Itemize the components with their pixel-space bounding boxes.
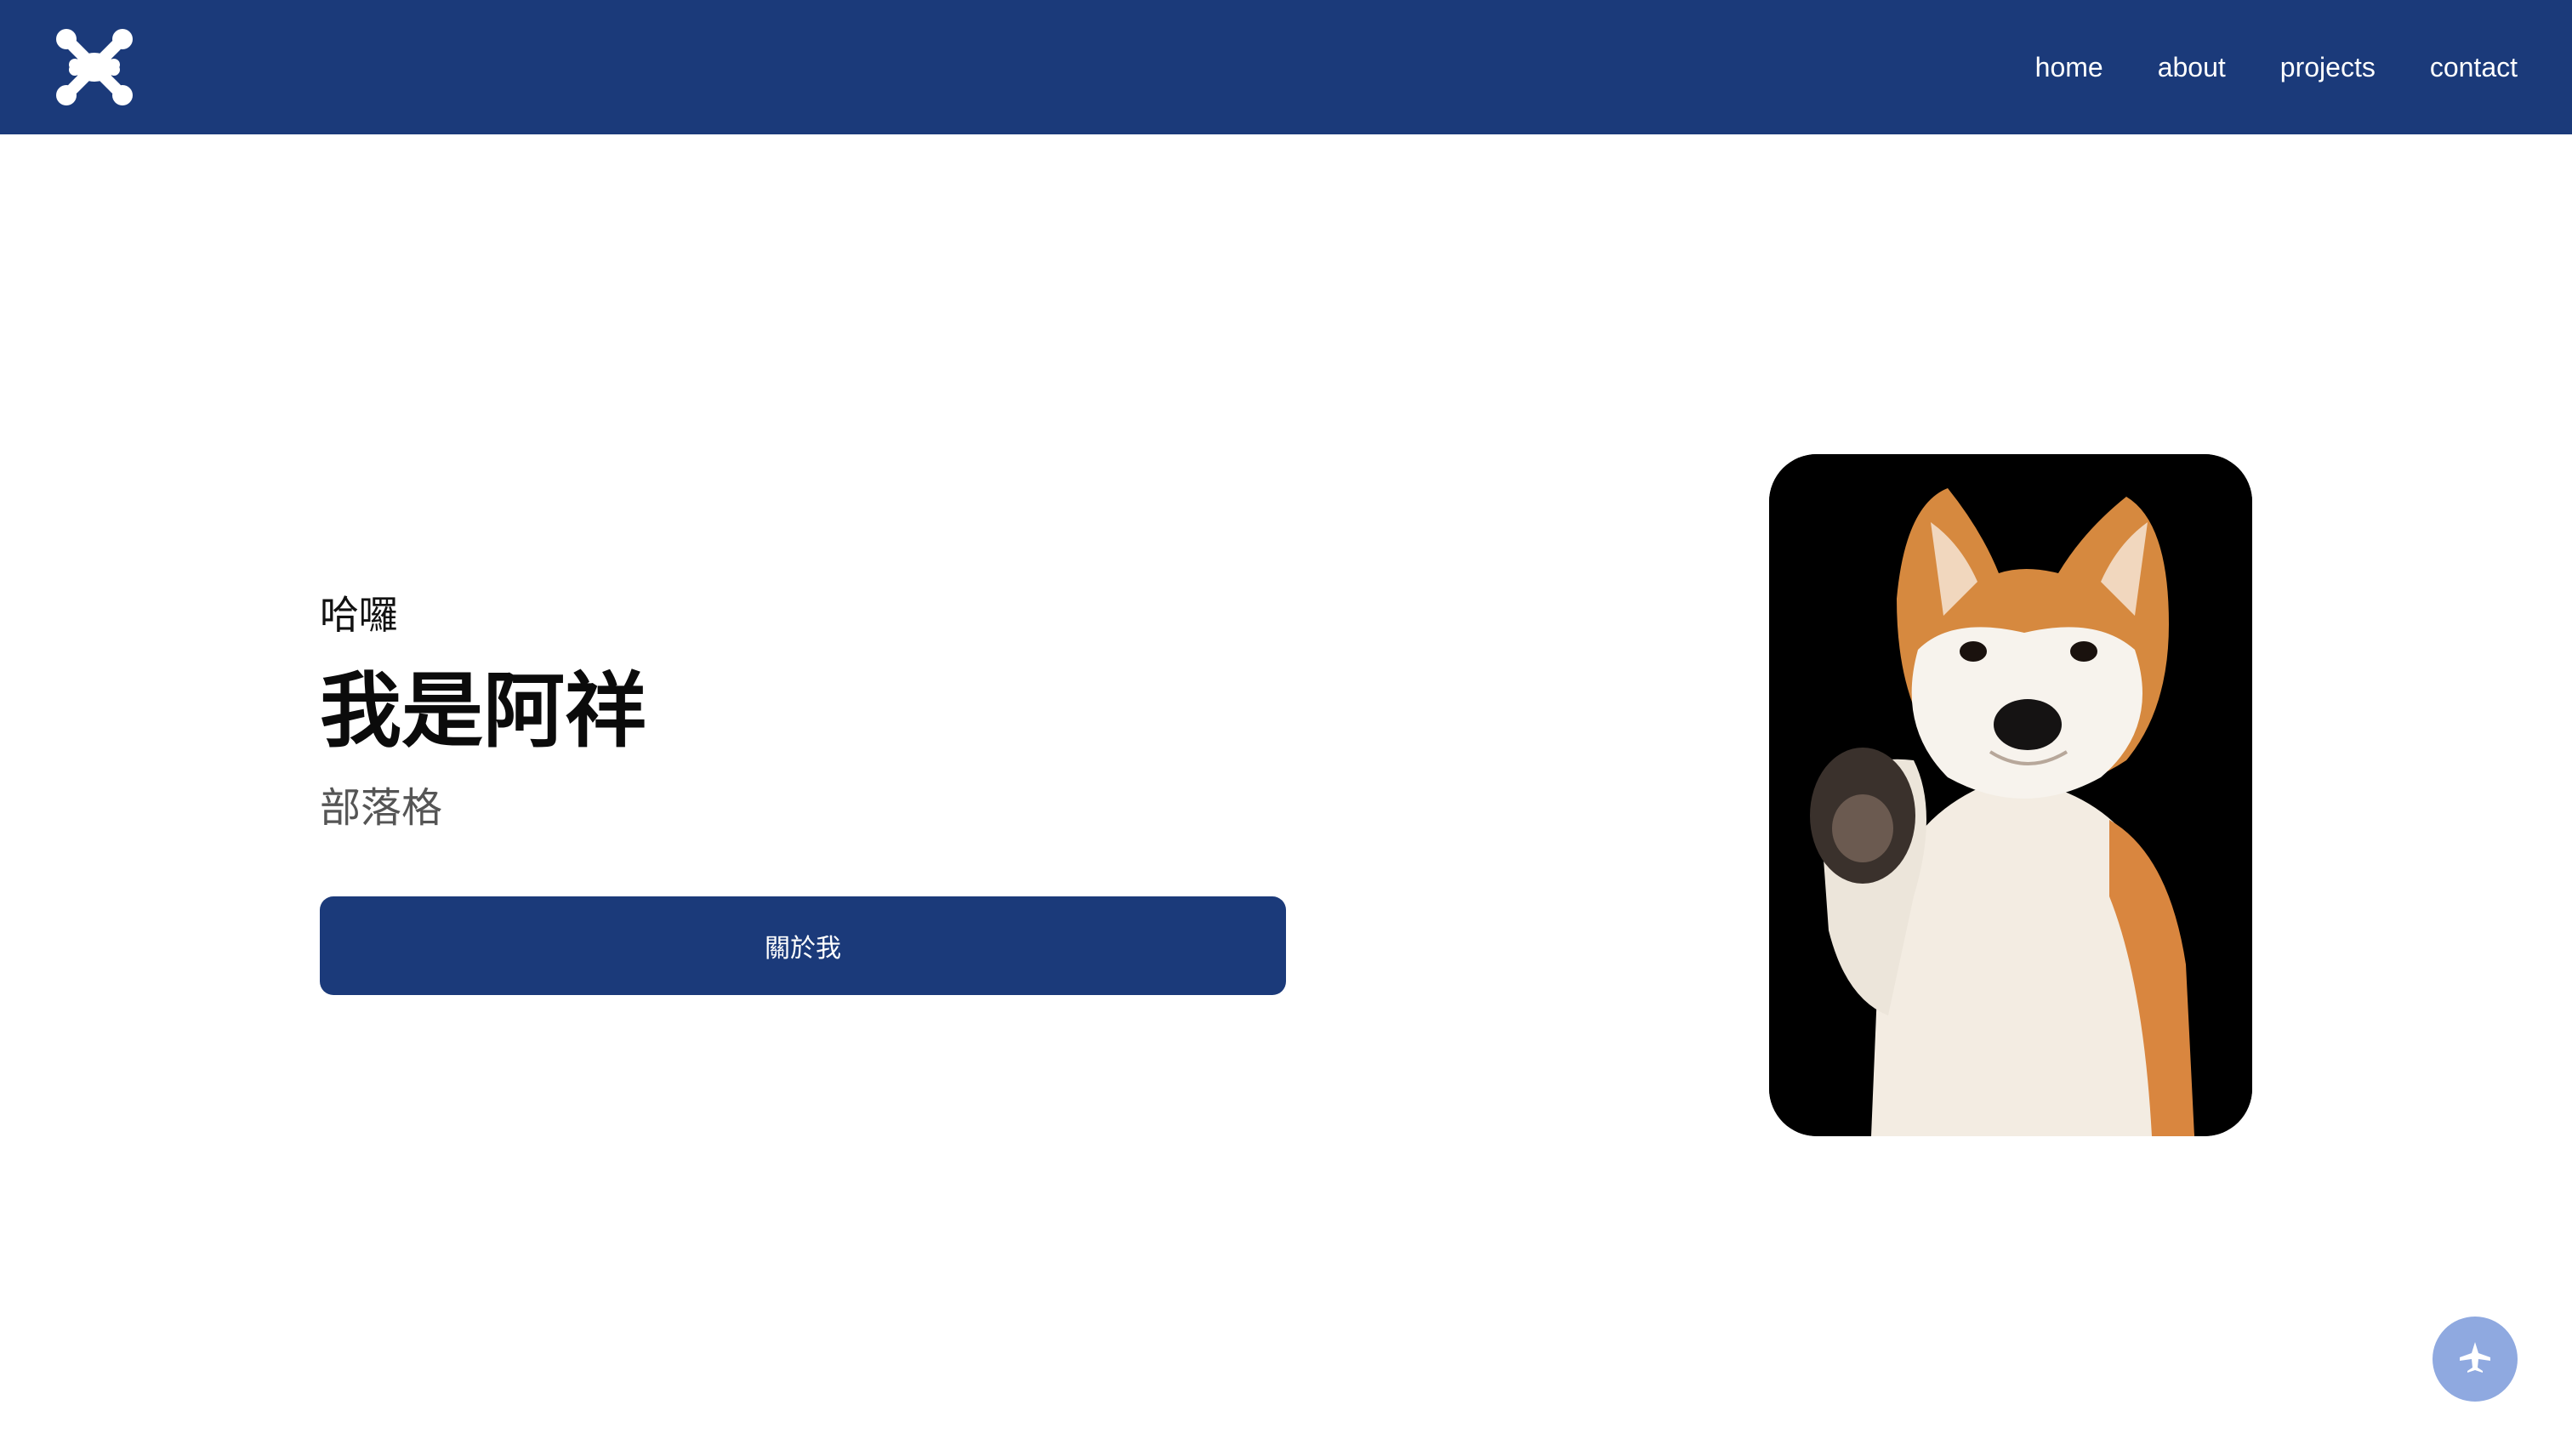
hero-name: 我是阿祥 [320,663,646,759]
hero-text: 哈囉 我是阿祥 部落格 [320,592,646,828]
nav-link-about[interactable]: about [2158,52,2226,83]
nav-link-home[interactable]: home [2035,52,2103,83]
hero-subtitle: 部落格 [320,784,443,832]
navbar: home about projects contact [0,0,2572,134]
nav-link-contact[interactable]: contact [2430,52,2518,83]
site-logo-icon[interactable] [49,22,139,112]
nav-link-projects[interactable]: projects [2280,52,2376,83]
nav-links: home about projects contact [2035,0,2518,134]
scroll-top-button[interactable] [2433,1317,2518,1402]
about-me-button[interactable]: 關於我 [320,896,1286,995]
profile-photo [1769,454,2252,1136]
airplane-icon [2456,1339,2494,1379]
hero-greeting: 哈囉 [320,592,398,638]
shiba-inu-photo-icon [1769,454,2252,1136]
